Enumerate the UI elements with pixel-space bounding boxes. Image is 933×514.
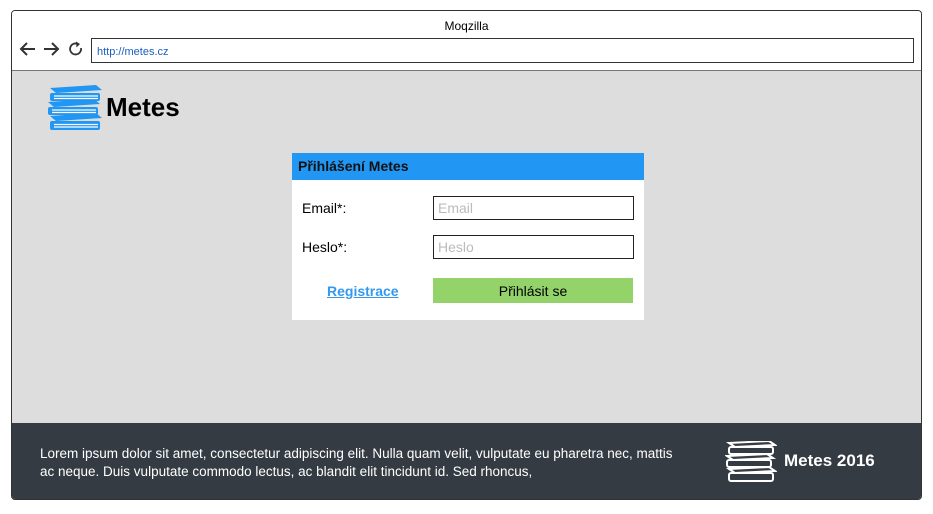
register-link[interactable]: Registrace bbox=[327, 283, 399, 299]
footer-brand: Metes 2016 bbox=[784, 451, 875, 470]
reload-icon[interactable] bbox=[67, 40, 85, 58]
url-text: http://metes.cz bbox=[97, 46, 169, 58]
browser-window: Moqzilla http://metes.cz Metes Přihlášen… bbox=[11, 10, 922, 500]
browser-titlebar: Moqzilla http://metes.cz bbox=[12, 11, 921, 71]
password-label: Heslo*: bbox=[302, 239, 348, 255]
forward-arrow-icon[interactable] bbox=[42, 40, 60, 58]
window-title: Moqzilla bbox=[444, 19, 489, 33]
footer: Lorem ipsum dolor sit amet, consectetur … bbox=[12, 423, 921, 499]
email-field[interactable] bbox=[433, 196, 634, 220]
brand-name: Metes bbox=[106, 92, 180, 122]
login-button[interactable]: Přihlásit se bbox=[433, 278, 633, 303]
footer-text: Lorem ipsum dolor sit amet, consectetur … bbox=[40, 446, 673, 479]
email-label: Email*: bbox=[302, 200, 347, 216]
login-panel: Přihlášení Metes Email*: Heslo*: Registr… bbox=[292, 153, 644, 320]
password-field[interactable] bbox=[433, 235, 634, 259]
login-title: Přihlášení Metes bbox=[292, 153, 644, 180]
page-content: Metes Přihlášení Metes Email*: Heslo*: R… bbox=[12, 71, 921, 423]
address-bar[interactable]: http://metes.cz bbox=[91, 38, 914, 63]
books-icon bbox=[48, 85, 102, 130]
back-arrow-icon[interactable] bbox=[19, 40, 37, 58]
books-icon bbox=[725, 441, 777, 482]
